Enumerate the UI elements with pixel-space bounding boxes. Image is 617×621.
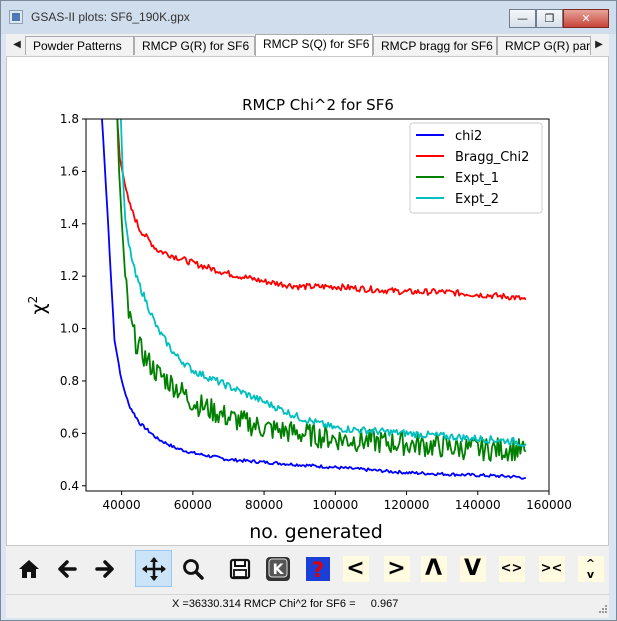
close-button[interactable]: ✕ (563, 9, 609, 28)
arrow-right-icon (94, 559, 114, 578)
magnifier-icon (182, 558, 204, 580)
question-icon: ? (305, 556, 330, 582)
help-button[interactable]: ? (299, 550, 336, 587)
move-icon (141, 556, 166, 581)
key-press-button[interactable]: K (259, 550, 296, 587)
title-bar[interactable]: GSAS-II plots: SF6_190K.gpx — ❐ ✕ (1, 1, 616, 34)
minimize-button[interactable]: — (509, 9, 536, 28)
tab-scroll-left-icon[interactable]: ◀ (10, 35, 24, 55)
shift-up-label: Λ (420, 555, 447, 582)
expand-y-label: ^ v (577, 555, 604, 582)
tab-rmcp-gr[interactable]: RMCP G(R) for SF6 (134, 36, 255, 55)
app-icon (9, 10, 23, 24)
expand-x-label: <> (498, 555, 525, 582)
window-title: GSAS-II plots: SF6_190K.gpx (31, 10, 190, 24)
contract-x-label: >< (538, 555, 565, 582)
home-icon (18, 559, 39, 578)
floppy-icon (229, 558, 250, 579)
shift-left-button[interactable]: < (337, 550, 374, 587)
status-text: X =36330.314 RMCP Chi^2 for SF6 = 0.967 (172, 598, 399, 610)
shift-down-label: V (459, 555, 486, 582)
svg-text:K: K (272, 562, 284, 578)
save-button[interactable] (221, 550, 258, 587)
plot-panel (6, 56, 609, 546)
shift-down-button[interactable]: V (454, 550, 491, 587)
tab-rmcp-bragg[interactable]: RMCP bragg for SF6 (373, 36, 497, 55)
expand-y-button[interactable]: ^ v (572, 550, 609, 587)
resize-grip-icon[interactable] (598, 604, 608, 614)
svg-text:?: ? (311, 558, 323, 582)
tab-powder-patterns[interactable]: Powder Patterns (25, 36, 134, 55)
home-button[interactable] (10, 550, 47, 587)
tab-rmcp-sq[interactable]: RMCP S(Q) for SF6 (255, 34, 373, 56)
shift-up-button[interactable]: Λ (415, 550, 452, 587)
forward-button[interactable] (86, 550, 123, 587)
back-button[interactable] (48, 550, 85, 587)
arrow-left-icon (57, 559, 77, 578)
shift-right-button[interactable]: > (378, 550, 415, 587)
shift-right-label: > (383, 555, 410, 582)
pan-button[interactable] (135, 550, 172, 587)
contract-x-button[interactable]: >< (533, 550, 570, 587)
tab-scroll-right-icon[interactable]: ▶ (592, 35, 606, 55)
expand-x-button[interactable]: <> (493, 550, 530, 587)
maximize-button[interactable]: ❐ (536, 9, 563, 28)
shift-left-label: < (342, 555, 369, 582)
k-key-icon: K (265, 556, 290, 581)
tab-rmcp-gr-part[interactable]: RMCP G(R) part (497, 36, 591, 55)
zoom-button[interactable] (174, 550, 211, 587)
